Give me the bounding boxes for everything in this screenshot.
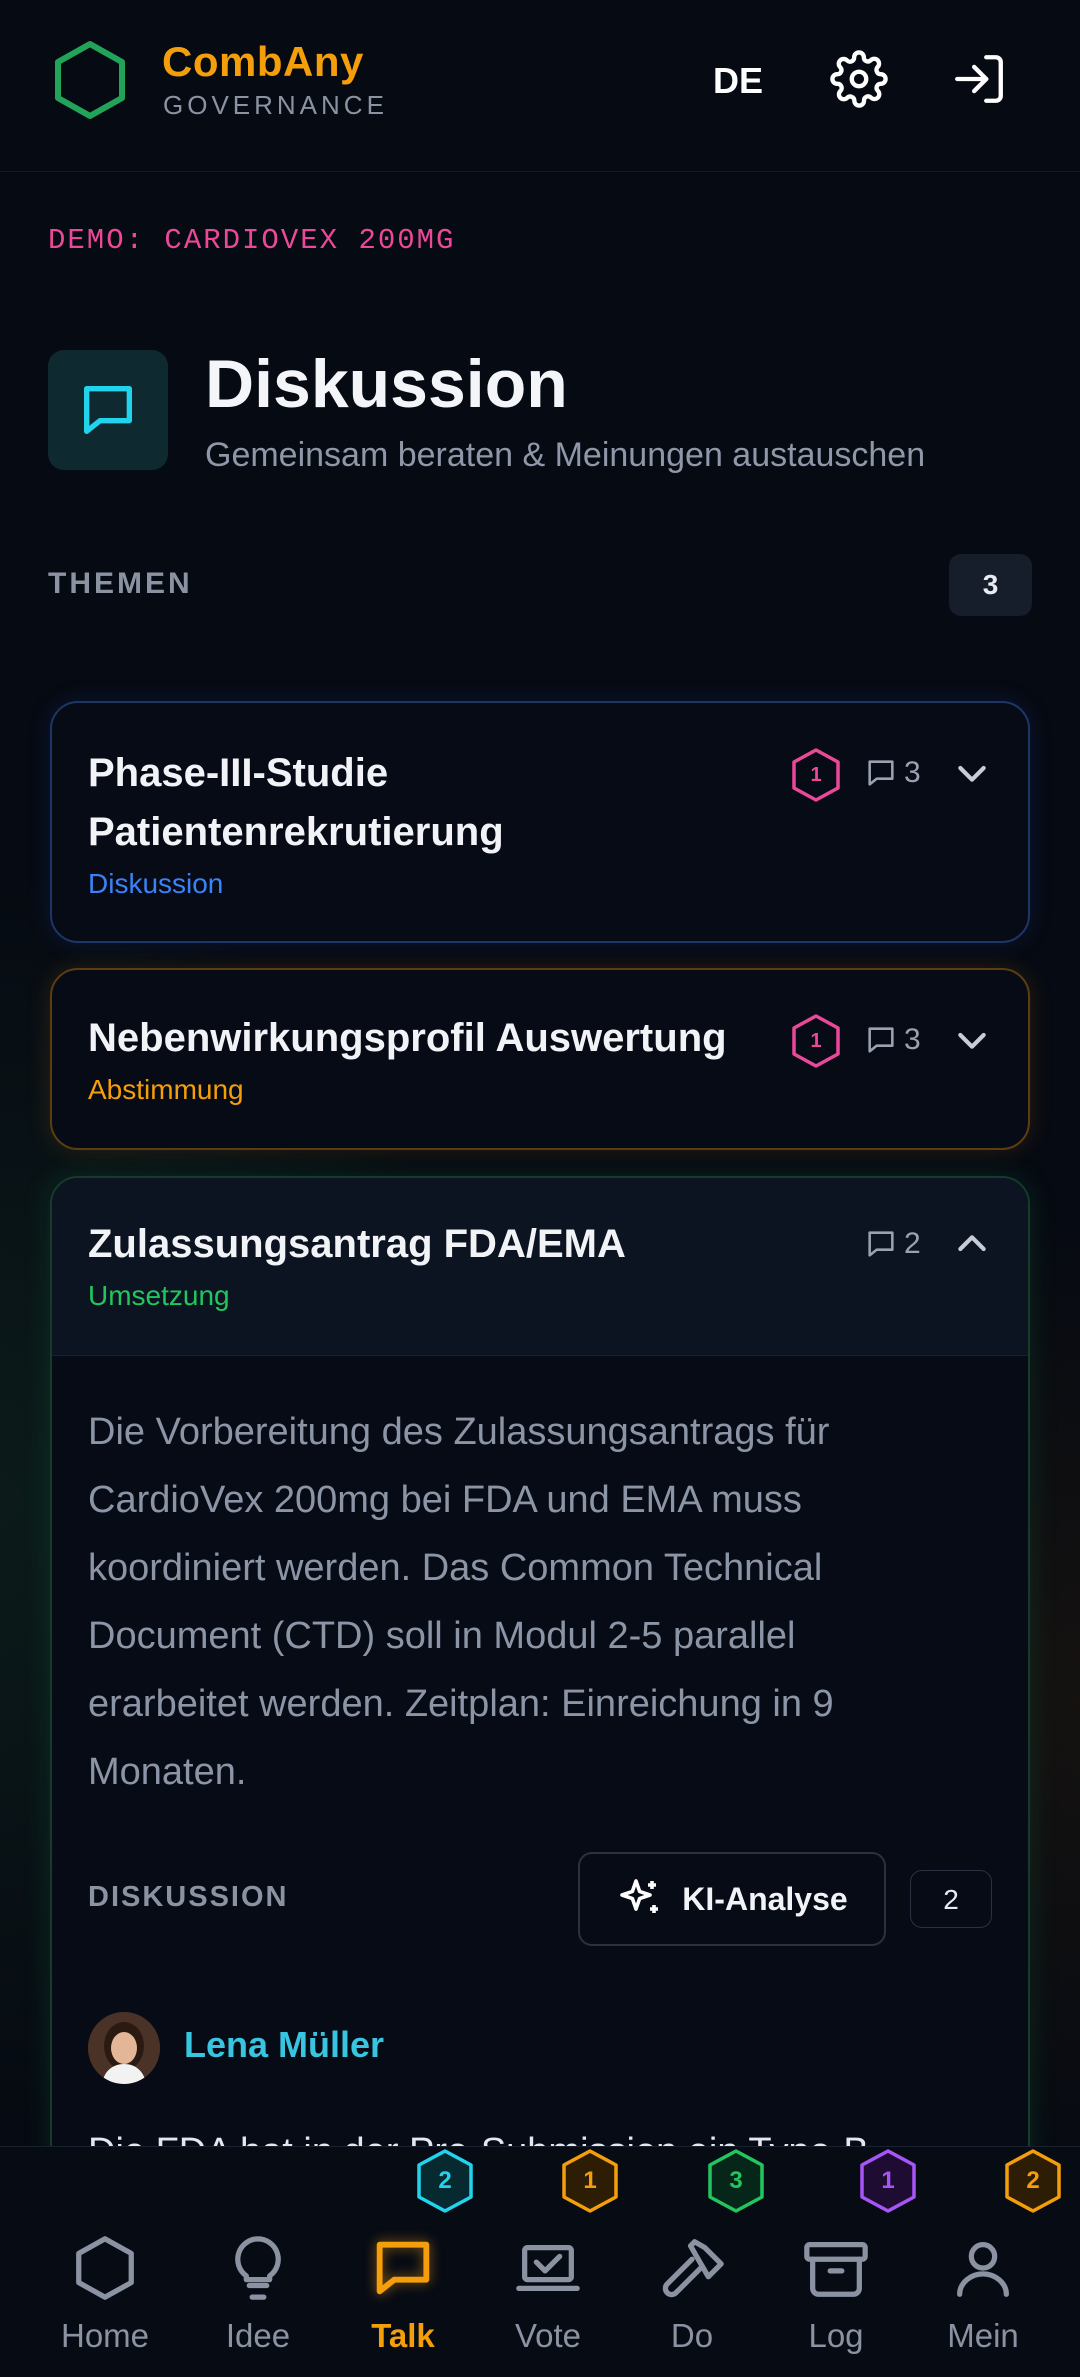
themes-label: THEMEN xyxy=(48,567,193,600)
page-subtitle: Gemeinsam beraten & Meinungen austausche… xyxy=(205,436,926,474)
brand-subtitle: GOVERNANCE xyxy=(163,90,388,120)
hammer-icon xyxy=(662,2239,724,2298)
chevron-down-icon[interactable] xyxy=(952,753,992,793)
chat-bubble-icon xyxy=(84,386,132,434)
gear-icon[interactable] xyxy=(830,50,888,108)
theme-description: Die Vorbereitung des Zulassungsantrags f… xyxy=(88,1411,834,1793)
notification-badge: 1 xyxy=(856,2147,920,2215)
page-icon-container xyxy=(48,350,168,470)
app-header: CombAny GOVERNANCE DE xyxy=(0,0,1080,172)
discussion-label: DISKUSSION xyxy=(88,1881,289,1913)
avatar[interactable] xyxy=(88,2012,160,2084)
page-title: Diskussion xyxy=(205,346,568,422)
vote-laptop-icon xyxy=(516,2244,580,2292)
user-icon xyxy=(957,2242,1009,2297)
nav-label: Talk xyxy=(371,2317,435,2354)
notification-badge: 3 xyxy=(704,2147,768,2215)
nav-item-idee[interactable]: Idee xyxy=(188,2147,328,2377)
chevron-down-icon[interactable] xyxy=(952,1020,992,1060)
hexagon-logo-icon xyxy=(55,41,125,119)
comment-count: 3 xyxy=(864,1020,921,1060)
chevron-up-icon[interactable] xyxy=(952,1224,992,1264)
nav-label: Log xyxy=(808,2317,864,2354)
theme-tag: Abstimmung xyxy=(88,1074,244,1105)
nav-label: Home xyxy=(60,2317,150,2354)
discussion-count-badge: 2 xyxy=(910,1870,992,1928)
theme-title: Phase-III-Studie xyxy=(88,751,389,795)
notification-badge: 2 xyxy=(413,2147,477,2215)
nav-label: Vote xyxy=(514,2317,582,2354)
nav-item-home[interactable]: Home xyxy=(35,2147,175,2377)
chat-icon xyxy=(376,2241,430,2295)
comment-count: 3 xyxy=(864,753,921,793)
language-button[interactable]: DE xyxy=(700,56,776,106)
theme-title: Zulassungsantrag FDA/EMA xyxy=(88,1222,626,1266)
brand-name: CombAny xyxy=(162,38,364,85)
archive-icon xyxy=(804,2242,868,2297)
theme-title: Nebenwirkungsprofil Auswertung xyxy=(88,1016,727,1060)
theme-tag: Umsetzung xyxy=(88,1280,230,1311)
themes-count-badge: 3 xyxy=(949,554,1032,616)
nav-label: Do xyxy=(670,2317,714,2354)
sparkles-icon xyxy=(620,1879,659,1913)
theme-title-line2: Patientenrekrutierung xyxy=(88,810,504,854)
theme-card-1[interactable]: Phase-III-Studie Patientenrekrutierung D… xyxy=(50,701,1030,943)
comment-count: 2 xyxy=(864,1224,921,1264)
comment-icon xyxy=(868,1231,894,1257)
theme-tag: Diskussion xyxy=(88,868,224,899)
nav-item-mein[interactable]: Mein 2 xyxy=(913,2147,1061,2377)
bottom-navigation: Home Idee Talk 2 Vote 1 Do 3 Log 1 Mein … xyxy=(0,2146,1080,2377)
notification-badge: 1 xyxy=(558,2147,622,2215)
comment-author[interactable]: Lena Müller xyxy=(184,2024,384,2066)
comment-icon xyxy=(868,760,894,786)
priority-badge: 1 xyxy=(790,747,842,803)
nav-item-do[interactable]: Do 3 xyxy=(622,2147,764,2377)
lightbulb-icon xyxy=(235,2236,281,2300)
theme-card-2[interactable]: Nebenwirkungsprofil Auswertung Abstimmun… xyxy=(50,968,1030,1150)
nav-label: Idee xyxy=(225,2317,291,2354)
priority-badge: 1 xyxy=(790,1013,842,1069)
nav-item-vote[interactable]: Vote 1 xyxy=(478,2147,618,2377)
nav-label: Mein xyxy=(947,2317,1019,2354)
theme-card-header[interactable]: Zulassungsantrag FDA/EMA Umsetzung 2 xyxy=(52,1178,1028,1356)
comment-icon xyxy=(868,1027,894,1053)
notification-badge: 2 xyxy=(1001,2147,1065,2215)
nav-item-talk[interactable]: Talk 2 xyxy=(333,2147,473,2377)
demo-label: DEMO: CARDIOVEX 200MG xyxy=(48,224,456,257)
hexagon-icon xyxy=(76,2236,134,2300)
ki-analysis-button[interactable]: KI-Analyse xyxy=(578,1852,886,1946)
logout-icon[interactable] xyxy=(950,50,1008,108)
nav-item-log[interactable]: Log 1 xyxy=(766,2147,916,2377)
